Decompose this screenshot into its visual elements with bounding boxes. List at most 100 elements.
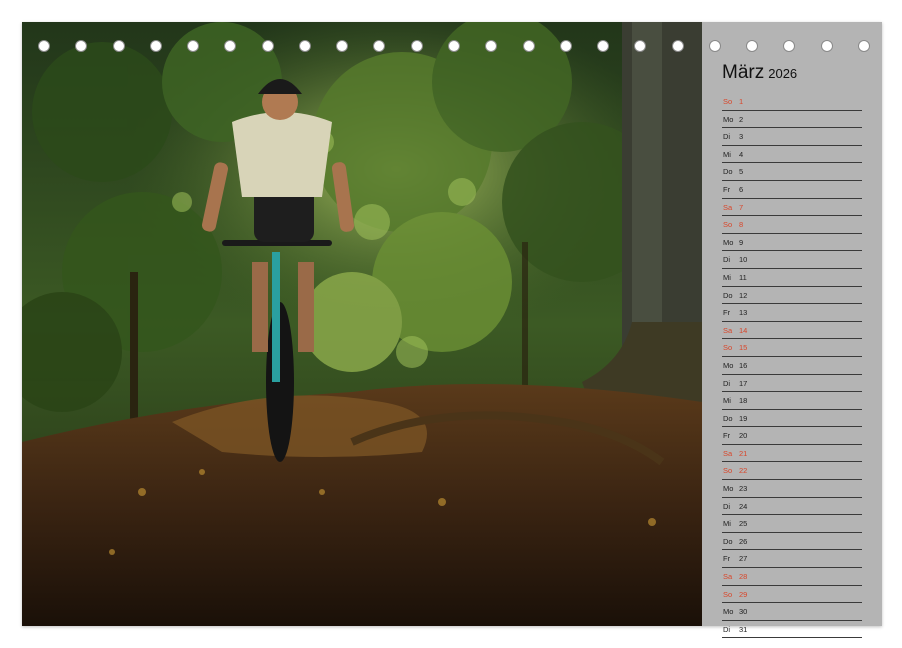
month-name: März [722, 62, 765, 83]
day-number: 20 [739, 431, 748, 441]
day-number: 15 [739, 343, 748, 353]
weekday-label: Fr [723, 554, 731, 564]
weekday-label: So [723, 589, 733, 599]
day-row: Di 3 [722, 128, 862, 146]
day-number: 31 [739, 624, 748, 634]
weekday-label: Di [723, 501, 731, 511]
day-number: 10 [739, 255, 748, 265]
day-number: 17 [739, 378, 748, 388]
weekday-label: Fr [723, 431, 731, 441]
day-row: Mi 18 [722, 392, 862, 410]
calendar-sidebar: März 2026 So 1 Mo 2 Di 3 Mi 4 Do 5 Fr 6 Sa 7 So 8 Mo 9 Di 10… [702, 22, 882, 639]
binding-hole [858, 40, 870, 52]
day-row: Di 31 [722, 621, 862, 639]
day-row: Do 5 [722, 163, 862, 181]
day-row: Fr 27 [722, 550, 862, 569]
day-number: 18 [739, 396, 748, 406]
binding-hole [261, 40, 274, 52]
weekday-label: Fr [723, 308, 731, 318]
weekday-label: Do [723, 413, 733, 423]
weekday-label: Di [723, 624, 731, 634]
day-number: 2 [739, 114, 744, 124]
day-row: Fr 13 [722, 304, 862, 322]
day-row: So 8 [722, 216, 862, 234]
binding-hole [448, 40, 460, 52]
weekday-label: Mi [723, 149, 731, 159]
weekday-label: Di [723, 255, 731, 265]
day-number: 25 [739, 519, 748, 529]
binding-hole [149, 40, 162, 52]
day-number: 14 [739, 325, 748, 335]
day-row: Fr 20 [722, 427, 862, 445]
day-row: Mi 25 [722, 515, 862, 533]
day-number: 21 [739, 448, 748, 458]
day-number: 4 [739, 149, 744, 159]
day-row: Mo 16 [722, 357, 862, 375]
binding-hole [112, 40, 125, 52]
day-row: So 22 [722, 462, 862, 481]
weekday-label: Mo [723, 484, 734, 494]
day-number: 8 [739, 220, 744, 230]
binding-hole [38, 40, 50, 52]
day-number: 5 [739, 167, 744, 177]
weekday-label: Mo [723, 114, 734, 124]
day-row: Mo 23 [722, 480, 862, 498]
day-row: Sa 28 [722, 568, 862, 586]
day-number: 1 [739, 97, 744, 106]
weekday-label: Mi [723, 519, 731, 529]
binding-hole [708, 40, 721, 52]
weekday-label: Do [723, 536, 733, 546]
binding-hole [783, 40, 796, 52]
day-row: So 15 [722, 339, 862, 357]
day-number: 30 [739, 607, 748, 617]
binding-hole [485, 40, 498, 52]
day-row: Do 19 [722, 410, 862, 428]
binding-hole [559, 40, 572, 52]
day-row: So 1 [722, 93, 862, 111]
binding-hole [187, 40, 200, 52]
day-number: 9 [739, 237, 744, 247]
day-number: 27 [739, 554, 748, 564]
day-row: Di 10 [722, 251, 862, 269]
month-heading: März 2026 [722, 62, 797, 84]
binding-hole [336, 40, 349, 52]
weekday-label: Sa [723, 325, 733, 335]
weekday-label: So [723, 97, 733, 106]
weekday-label: So [723, 343, 733, 353]
weekday-label: Mi [723, 396, 731, 406]
day-row: Mo 30 [722, 603, 862, 621]
weekday-label: Mo [723, 237, 734, 247]
day-number: 23 [739, 484, 748, 494]
day-row: Do 26 [722, 533, 862, 551]
weekday-label: Mo [723, 607, 734, 617]
day-number: 19 [739, 413, 748, 423]
day-row: Sa 14 [722, 322, 862, 340]
year-label: 2026 [768, 66, 798, 81]
weekday-label: Fr [723, 184, 731, 194]
day-row: Sa 21 [722, 445, 862, 463]
day-number: 7 [739, 202, 744, 212]
day-row: Mo 2 [722, 111, 862, 129]
weekday-label: So [723, 220, 733, 230]
day-number: 13 [739, 308, 748, 318]
day-number: 26 [739, 536, 748, 546]
binding-hole [522, 40, 535, 52]
day-row: Di 17 [722, 375, 862, 393]
binding-hole [224, 40, 237, 52]
day-row: Sa 7 [722, 199, 862, 217]
day-number: 11 [739, 272, 747, 282]
binding-hole [746, 40, 759, 52]
mountain-bike-photo [22, 22, 702, 626]
day-row: Mi 11 [722, 269, 862, 287]
day-row: Mi 4 [722, 146, 862, 164]
day-number: 24 [739, 501, 748, 511]
binding-hole [373, 40, 386, 52]
calendar-page: März 2026 So 1 Mo 2 Di 3 Mi 4 Do 5 Fr 6 Sa 7 So 8 Mo 9 Di 10… [22, 22, 882, 639]
day-list: So 1 Mo 2 Di 3 Mi 4 Do 5 Fr 6 Sa 7 So 8 Mo 9 Di 10 Mi 11 Do 12 F… [722, 93, 862, 639]
weekday-label: Do [723, 290, 733, 300]
day-number: 29 [739, 589, 748, 599]
binding-hole [820, 40, 833, 52]
day-number: 6 [739, 184, 744, 194]
day-number: 28 [739, 572, 748, 582]
weekday-label: So [723, 466, 733, 476]
